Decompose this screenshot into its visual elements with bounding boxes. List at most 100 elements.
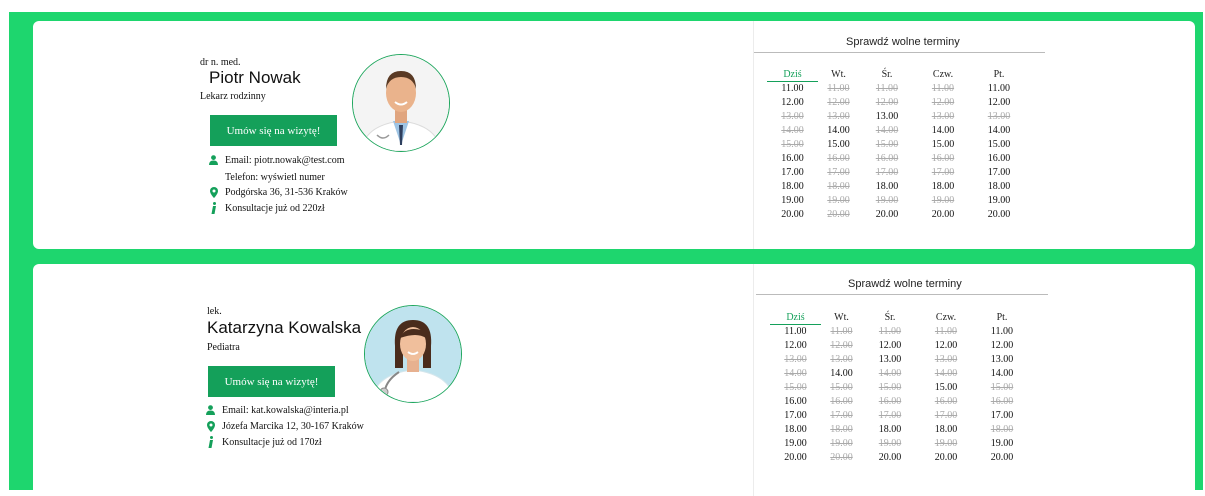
time-slot-available[interactable]: 19.00 xyxy=(770,437,821,451)
day-header: Wt. xyxy=(831,68,846,80)
schedule-row: 17.00 17.00 17.00 17.00 17.00 xyxy=(770,409,1030,423)
time-slot-available[interactable]: 17.00 xyxy=(974,409,1030,423)
time-slot-available[interactable]: 15.00 xyxy=(818,138,859,152)
schedule-row: 12.00 12.00 12.00 12.00 12.00 xyxy=(770,339,1030,353)
time-slot-available[interactable]: 15.00 xyxy=(915,138,971,152)
time-slot-available[interactable]: 19.00 xyxy=(974,437,1030,451)
time-slot-taken: 13.00 xyxy=(784,354,807,365)
time-slot-available[interactable]: 18.00 xyxy=(770,423,821,437)
time-slot-taken: 15.00 xyxy=(830,382,853,393)
time-slot-taken: 13.00 xyxy=(827,111,850,122)
time-slot-taken: 16.00 xyxy=(827,153,850,164)
time-slot-taken: 13.00 xyxy=(830,354,853,365)
day-header: Pt. xyxy=(996,311,1008,323)
time-slot-taken: 15.00 xyxy=(875,139,899,150)
time-slot-available[interactable]: 18.00 xyxy=(767,180,818,194)
time-slot-available[interactable]: 17.00 xyxy=(767,166,818,180)
time-slot-available[interactable]: 17.00 xyxy=(971,166,1027,180)
time-slot-taken: 11.00 xyxy=(878,325,902,337)
time-slot-taken: 13.00 xyxy=(781,111,804,122)
time-slot-taken: 14.00 xyxy=(934,368,958,379)
page-background: dr n. med. Piotr Nowak Lekarz rodzinny U… xyxy=(9,12,1203,496)
time-slot-available[interactable]: 12.00 xyxy=(767,96,818,110)
time-slot-available[interactable]: 20.00 xyxy=(767,208,818,222)
time-slot-available[interactable]: 19.00 xyxy=(971,194,1027,208)
time-slot-available[interactable]: 20.00 xyxy=(915,208,971,222)
time-slot-taken: 15.00 xyxy=(990,382,1014,393)
doctor-specialty: Pediatra xyxy=(207,342,240,353)
time-slot-available[interactable]: 12.00 xyxy=(770,339,821,353)
time-slot-available[interactable]: 17.00 xyxy=(770,409,821,423)
time-slot-available[interactable]: 11.00 xyxy=(974,325,1030,340)
info-icon xyxy=(206,436,215,448)
time-slot-available[interactable]: 20.00 xyxy=(918,451,974,465)
book-visit-button[interactable]: Umów się na wizytę! xyxy=(210,115,337,146)
time-slot-available[interactable]: 18.00 xyxy=(971,180,1027,194)
time-slot-available[interactable]: 20.00 xyxy=(862,451,918,465)
time-slot-available[interactable]: 18.00 xyxy=(915,180,971,194)
time-slot-taken: 11.00 xyxy=(875,82,899,94)
schedule-row: 11.00 11.00 11.00 11.00 11.00 xyxy=(770,325,1030,340)
time-slot-available[interactable]: 20.00 xyxy=(974,451,1030,465)
time-slot-taken: 16.00 xyxy=(875,153,899,164)
time-slot-available[interactable]: 12.00 xyxy=(971,96,1027,110)
doctor-title: lek. xyxy=(207,306,222,317)
time-slot-available[interactable]: 16.00 xyxy=(767,152,818,166)
time-slot-taken: 17.00 xyxy=(830,410,853,421)
day-header: Śr. xyxy=(884,311,896,323)
time-slot-taken: 16.00 xyxy=(934,396,958,407)
time-slot-available[interactable]: 16.00 xyxy=(770,395,821,409)
map-pin-icon xyxy=(206,420,215,432)
time-slot-available[interactable]: 14.00 xyxy=(915,124,971,138)
day-header: Pt. xyxy=(993,68,1005,80)
time-slot-available[interactable]: 18.00 xyxy=(862,423,918,437)
time-slot-available[interactable]: 11.00 xyxy=(971,82,1027,97)
time-slot-available[interactable]: 14.00 xyxy=(971,124,1027,138)
time-slot-available[interactable]: 18.00 xyxy=(918,423,974,437)
time-slot-taken: 16.00 xyxy=(931,153,955,164)
time-slot-available[interactable]: 13.00 xyxy=(862,353,918,367)
time-slot-available[interactable]: 18.00 xyxy=(859,180,915,194)
time-slot-taken: 15.00 xyxy=(878,382,902,393)
time-slot-available[interactable]: 11.00 xyxy=(770,325,821,340)
doctor-avatar xyxy=(364,305,462,403)
doctor-title: dr n. med. xyxy=(200,57,241,68)
time-slot-taken: 14.00 xyxy=(784,368,807,379)
schedule-table: Dziś Wt. Śr. Czw. Pt. 11.00 11.00 11.00 11.… xyxy=(770,310,1030,465)
time-slot-available[interactable]: 13.00 xyxy=(859,110,915,124)
time-slot-available[interactable]: 12.00 xyxy=(862,339,918,353)
time-slot-taken: 14.00 xyxy=(878,368,902,379)
schedule-row: 15.00 15.00 15.00 15.00 15.00 xyxy=(767,138,1027,152)
schedule-row: 14.00 14.00 14.00 14.00 14.00 xyxy=(770,367,1030,381)
schedule-title: Sprawdź wolne terminy xyxy=(848,278,962,290)
time-slot-available[interactable]: 14.00 xyxy=(818,124,859,138)
user-icon xyxy=(209,154,218,166)
time-slot-available[interactable]: 12.00 xyxy=(918,339,974,353)
user-icon xyxy=(206,404,215,416)
show-phone-link[interactable]: Telefon: wyświetl numer xyxy=(225,172,325,183)
time-slot-available[interactable]: 13.00 xyxy=(974,353,1030,367)
time-slot-taken: 11.00 xyxy=(934,325,958,337)
email-row: Email: piotr.nowak@test.com xyxy=(209,154,344,166)
phone-row[interactable]: Telefon: wyświetl numer xyxy=(209,171,325,183)
time-slot-available[interactable]: 20.00 xyxy=(859,208,915,222)
time-slot-available[interactable]: 15.00 xyxy=(971,138,1027,152)
time-slot-taken: 19.00 xyxy=(830,438,853,449)
book-visit-button[interactable]: Umów się na wizytę! xyxy=(208,366,335,397)
doctor-name[interactable]: Piotr Nowak xyxy=(209,68,301,88)
schedule-table: Dziś Wt. Śr. Czw. Pt. 11.00 11.00 11.00 11.… xyxy=(767,67,1027,222)
doctor-name[interactable]: Katarzyna Kowalska xyxy=(207,318,361,338)
time-slot-available[interactable]: 20.00 xyxy=(971,208,1027,222)
schedule-panel: Sprawdź wolne terminy Dziś Wt. Śr. Czw. … xyxy=(754,264,1195,496)
schedule-row: 19.00 19.00 19.00 19.00 19.00 xyxy=(767,194,1027,208)
time-slot-available[interactable]: 14.00 xyxy=(974,367,1030,381)
time-slot-available[interactable]: 20.00 xyxy=(770,451,821,465)
time-slot-available[interactable]: 15.00 xyxy=(918,381,974,395)
time-slot-available[interactable]: 19.00 xyxy=(767,194,818,208)
time-slot-taken: 16.00 xyxy=(878,396,902,407)
time-slot-available[interactable]: 11.00 xyxy=(767,82,818,97)
time-slot-available[interactable]: 14.00 xyxy=(821,367,862,381)
time-slot-taken: 16.00 xyxy=(830,396,853,407)
time-slot-available[interactable]: 12.00 xyxy=(974,339,1030,353)
time-slot-available[interactable]: 16.00 xyxy=(971,152,1027,166)
